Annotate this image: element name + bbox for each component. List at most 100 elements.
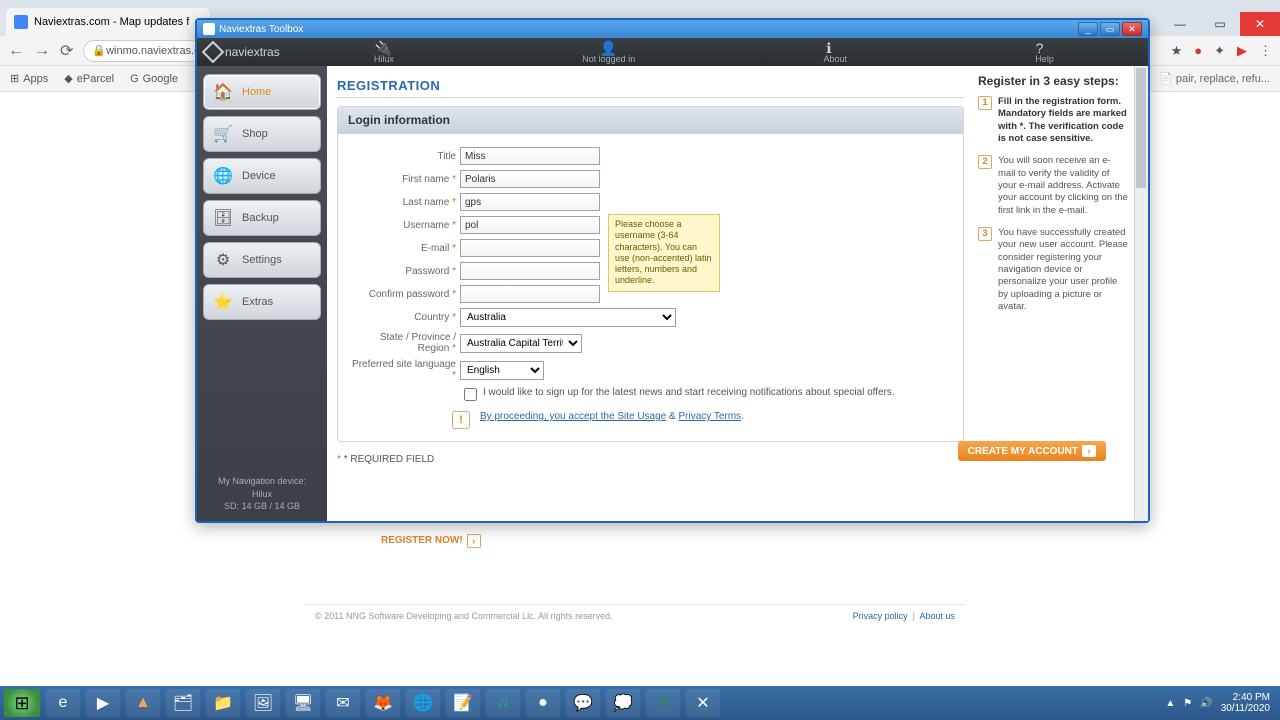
taskbar-app[interactable]: 📁 bbox=[206, 689, 240, 717]
clock[interactable]: 2:40 PM30/11/2020 bbox=[1221, 692, 1270, 714]
taskbar-app[interactable]: ✕ bbox=[686, 689, 720, 717]
sidebar: 🏠Home 🛒Shop 🌐Device 🗄Backup ⚙Settings ⭐E… bbox=[197, 66, 327, 521]
page-title: REGISTRATION bbox=[337, 74, 964, 98]
tray-icon[interactable]: ▲ bbox=[1165, 698, 1175, 709]
header-device[interactable]: 🔌Hilux bbox=[374, 40, 394, 64]
network-icon[interactable]: ⚑ bbox=[1183, 698, 1192, 709]
sidebar-item-extras[interactable]: ⭐Extras bbox=[203, 284, 321, 320]
username-tooltip: Please choose a username (3-64 character… bbox=[608, 214, 720, 292]
maximize-button[interactable]: ▭ bbox=[1100, 22, 1120, 36]
taskbar-app[interactable]: ♫ bbox=[486, 689, 520, 717]
taskbar-app[interactable]: 📝 bbox=[446, 689, 480, 717]
taskbar-app[interactable]: ▲ bbox=[126, 689, 160, 717]
taskbar-app[interactable]: 🖥 bbox=[286, 689, 320, 717]
steps-title: Register in 3 easy steps: bbox=[978, 74, 1128, 88]
copyright-text: © 2011 NNG Software Developing and Comme… bbox=[315, 611, 613, 621]
privacy-terms-link[interactable]: Privacy Terms bbox=[678, 411, 741, 422]
back-button[interactable]: ← bbox=[8, 42, 24, 60]
label-email: E-mail * bbox=[352, 243, 460, 254]
taskbar-app[interactable]: 🗂 bbox=[166, 689, 200, 717]
sidebar-item-device[interactable]: 🌐Device bbox=[203, 158, 321, 194]
taskbar-app[interactable]: 🦊 bbox=[366, 689, 400, 717]
taskbar-app[interactable]: 💭 bbox=[606, 689, 640, 717]
country-select[interactable]: Australia bbox=[460, 308, 676, 327]
lock-icon: 🔒 bbox=[92, 44, 106, 57]
close-button[interactable]: ✕ bbox=[1122, 22, 1142, 36]
title-input[interactable] bbox=[460, 147, 600, 165]
logo-icon bbox=[202, 41, 225, 64]
minimize-button[interactable]: — bbox=[1160, 12, 1200, 36]
sidebar-item-settings[interactable]: ⚙Settings bbox=[203, 242, 321, 278]
taskbar-app[interactable]: ▶ bbox=[86, 689, 120, 717]
label-language: Preferred site language * bbox=[352, 359, 460, 381]
about-link[interactable]: About us bbox=[919, 611, 955, 621]
reload-button[interactable]: ⟳ bbox=[60, 41, 73, 61]
titlebar[interactable]: Naviextras Toolbox _ ▭ ✕ bbox=[197, 20, 1148, 38]
extension-icon[interactable]: ● bbox=[1194, 43, 1202, 58]
minimize-button[interactable]: _ bbox=[1078, 22, 1098, 36]
newsletter-label: I would like to sign up for the latest n… bbox=[483, 387, 895, 398]
taskbar-app[interactable]: ✉ bbox=[326, 689, 360, 717]
taskbar-app[interactable]: 💬 bbox=[566, 689, 600, 717]
address-bar[interactable]: 🔒 winmo.naviextras.com/s bbox=[83, 40, 203, 62]
system-tray[interactable]: ▲ ⚑ 🔊 2:40 PM30/11/2020 bbox=[1165, 692, 1276, 714]
volume-icon[interactable]: 🔊 bbox=[1200, 698, 1212, 709]
confirm-password-input[interactable] bbox=[460, 285, 600, 303]
label-lastname: Last name * bbox=[352, 197, 460, 208]
scroll-thumb[interactable] bbox=[1136, 68, 1146, 188]
apps-button[interactable]: ⊞ Apps bbox=[10, 72, 48, 85]
taskbar-app[interactable]: ● bbox=[526, 689, 560, 717]
scrollbar[interactable] bbox=[1134, 66, 1148, 521]
username-input[interactable] bbox=[460, 216, 600, 234]
newsletter-checkbox[interactable] bbox=[464, 388, 477, 401]
email-input[interactable] bbox=[460, 239, 600, 257]
privacy-link[interactable]: Privacy policy bbox=[853, 611, 908, 621]
label-country: Country * bbox=[352, 312, 460, 323]
taskbar-app[interactable]: e bbox=[46, 689, 80, 717]
sidebar-footer: My Navigation device: Hilux SD: 14 GB / … bbox=[203, 475, 321, 513]
maximize-button[interactable]: ▭ bbox=[1200, 12, 1240, 36]
state-select[interactable]: Australia Capital Territory bbox=[460, 334, 582, 353]
bookmark-item[interactable]: ◆ eParcel bbox=[64, 72, 114, 85]
help-icon: ? bbox=[1036, 40, 1054, 54]
header-about[interactable]: ℹAbout bbox=[824, 40, 848, 64]
bookmark-overflow[interactable]: 📄 pair, replace, refu... bbox=[1159, 72, 1270, 85]
create-account-button[interactable]: CREATE MY ACCOUNT› bbox=[958, 441, 1106, 461]
panel-header: Login information bbox=[338, 107, 963, 134]
login-info-panel: Login information Title First name * Las… bbox=[337, 106, 964, 442]
home-icon: 🏠 bbox=[212, 81, 234, 103]
header-help[interactable]: ?Help bbox=[1035, 40, 1054, 64]
firstname-input[interactable] bbox=[460, 170, 600, 188]
plug-icon: 🔌 bbox=[375, 40, 393, 54]
brand-logo: naviextras bbox=[205, 44, 280, 60]
extension-icon[interactable]: ★ bbox=[1171, 43, 1183, 59]
bookmark-item[interactable]: G Google bbox=[130, 73, 178, 85]
taskbar-app[interactable]: X bbox=[646, 689, 680, 717]
close-button[interactable]: ✕ bbox=[1240, 12, 1280, 36]
warning-icon: ! bbox=[452, 411, 470, 429]
extension-icon[interactable]: ▶ bbox=[1237, 43, 1247, 59]
taskbar: ⊞ e ▶ ▲ 🗂 📁 🖼 🖥 ✉ 🦊 🌐 📝 ♫ ● 💬 💭 X ✕ ▲ ⚑ … bbox=[0, 686, 1280, 720]
lastname-input[interactable] bbox=[460, 193, 600, 211]
language-select[interactable]: English bbox=[460, 361, 544, 380]
label-state: State / Province / Region * bbox=[352, 332, 460, 354]
app-header: naviextras 🔌Hilux 👤Not logged in ℹAbout … bbox=[197, 38, 1148, 66]
content-area: REGISTRATION Login information Title Fir… bbox=[327, 66, 1148, 521]
extensions-button[interactable]: ✦ bbox=[1214, 43, 1225, 59]
sidebar-item-home[interactable]: 🏠Home bbox=[203, 74, 321, 110]
accept-pre-link[interactable]: By proceeding, you accept the Site Usage bbox=[480, 411, 666, 422]
arrow-icon: › bbox=[467, 534, 481, 548]
sidebar-item-shop[interactable]: 🛒Shop bbox=[203, 116, 321, 152]
taskbar-app[interactable]: 🖼 bbox=[246, 689, 280, 717]
header-login[interactable]: 👤Not logged in bbox=[582, 40, 635, 64]
browser-tab[interactable]: Naviextras.com - Map updates f × bbox=[6, 8, 210, 36]
register-now-button[interactable]: REGISTER NOW!› bbox=[381, 534, 481, 548]
backup-icon: 🗄 bbox=[212, 207, 234, 229]
globe-icon: 🌐 bbox=[212, 165, 234, 187]
forward-button[interactable]: → bbox=[34, 42, 50, 60]
menu-button[interactable]: ⋮ bbox=[1259, 43, 1272, 59]
start-button[interactable]: ⊞ bbox=[4, 689, 40, 717]
sidebar-item-backup[interactable]: 🗄Backup bbox=[203, 200, 321, 236]
password-input[interactable] bbox=[460, 262, 600, 280]
taskbar-app[interactable]: 🌐 bbox=[406, 689, 440, 717]
